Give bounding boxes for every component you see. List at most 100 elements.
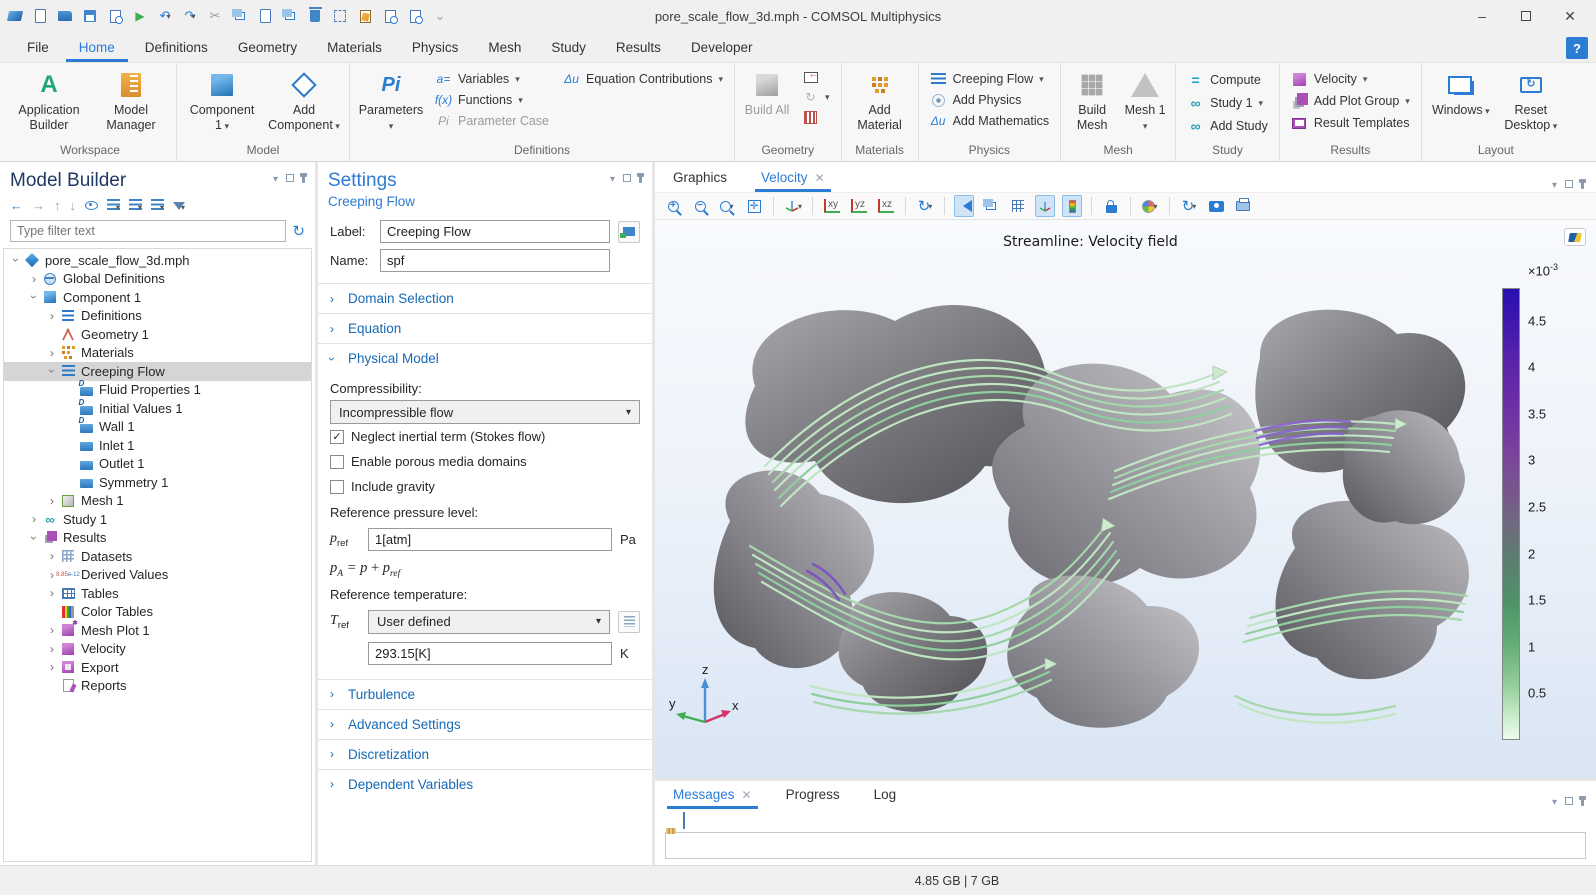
twistie-icon[interactable] — [44, 364, 60, 378]
view-yz-icon[interactable]: yz — [849, 195, 869, 217]
checkbox-icon[interactable] — [330, 455, 344, 469]
tree-item-geometry1[interactable]: Geometry 1 — [4, 325, 311, 344]
twistie-icon[interactable] — [26, 290, 42, 304]
pin-panel-icon[interactable] — [1581, 180, 1584, 192]
tab-definitions[interactable]: Definitions — [132, 35, 221, 62]
panel-menu-icon[interactable]: ▾ — [1552, 180, 1557, 192]
section-physical-model[interactable]: Physical Model — [318, 343, 652, 373]
twistie-icon[interactable] — [44, 346, 60, 360]
twistie-icon[interactable] — [44, 660, 60, 674]
tree-item-derived-values[interactable]: Derived Values — [4, 566, 311, 585]
run-icon[interactable]: ▶ — [129, 5, 151, 27]
find-icon[interactable] — [379, 5, 401, 27]
select-box-icon[interactable] — [329, 5, 351, 27]
filter-icon[interactable]: ▾ — [173, 198, 185, 213]
tab-mesh[interactable]: Mesh — [475, 35, 534, 62]
float-panel-icon[interactable] — [623, 174, 631, 186]
messages-output[interactable] — [665, 832, 1586, 859]
include-gravity-checkbox-row[interactable]: Include gravity — [330, 474, 640, 499]
variables-button[interactable]: a= Variables — [430, 70, 554, 88]
build-all-button[interactable]: Build All — [741, 67, 793, 121]
node-group-icon[interactable]: ▾ — [151, 198, 164, 213]
tab-messages[interactable]: Messages✕ — [667, 781, 758, 809]
tree-item-mesh1[interactable]: Mesh 1 — [4, 492, 311, 511]
rotate-icon[interactable]: ↻▾ — [915, 195, 935, 217]
grid-icon[interactable] — [1008, 195, 1028, 217]
twistie-icon[interactable] — [26, 531, 42, 545]
temperature-input[interactable] — [368, 642, 612, 665]
tab-home[interactable]: Home — [66, 35, 128, 62]
float-panel-icon[interactable] — [286, 174, 294, 186]
refresh-icon[interactable]: ↻ — [292, 222, 305, 240]
twistie-icon[interactable] — [26, 512, 42, 526]
maximize-button[interactable] — [1504, 1, 1548, 31]
velocity-plot-button[interactable]: Velocity — [1286, 70, 1415, 88]
mesh1-button[interactable]: Mesh 1 — [1121, 67, 1169, 136]
view-xy-icon[interactable]: xy — [822, 195, 842, 217]
tree-item-study1[interactable]: Study 1 — [4, 510, 311, 529]
move-down-icon[interactable]: ↓ — [70, 198, 77, 213]
zoom-out-icon[interactable]: − — [690, 195, 710, 217]
update-plot-icon[interactable]: ↻▾ — [1179, 195, 1199, 217]
pin-panel-icon[interactable] — [1581, 797, 1584, 809]
help-button[interactable]: ? — [1566, 37, 1588, 59]
twistie-icon[interactable] — [44, 586, 60, 600]
view-xz-icon[interactable]: xz — [876, 195, 896, 217]
move-up-icon[interactable]: ↑ — [54, 198, 61, 213]
study1-button[interactable]: ∞ Study 1 — [1182, 93, 1273, 113]
add-physics-button[interactable]: Add Physics — [925, 91, 1055, 109]
twistie-icon[interactable] — [44, 309, 60, 323]
compute-button[interactable]: = Compute — [1182, 70, 1273, 90]
float-panel-icon[interactable] — [1565, 797, 1573, 809]
section-dependent-variables[interactable]: Dependent Variables — [318, 769, 652, 799]
tab-file[interactable]: File — [14, 35, 62, 62]
tree-item-outlet1[interactable]: Outlet 1 — [4, 455, 311, 474]
filter-input[interactable] — [10, 220, 286, 242]
transparency-icon[interactable] — [981, 195, 1001, 217]
build-mesh-button[interactable]: Build Mesh — [1067, 67, 1117, 136]
redo-icon[interactable]: ↷▾ — [179, 5, 201, 27]
undo-icon[interactable]: ↶▾ — [154, 5, 176, 27]
tab-materials[interactable]: Materials — [314, 35, 395, 62]
minimize-button[interactable]: – — [1460, 1, 1504, 31]
tree-item-wall1[interactable]: Wall 1 — [4, 418, 311, 437]
tab-physics[interactable]: Physics — [399, 35, 472, 62]
tab-developer[interactable]: Developer — [678, 35, 766, 62]
color-theme-icon[interactable]: ▾ — [1140, 195, 1160, 217]
clear-messages-icon[interactable] — [665, 813, 673, 828]
comsol-logo-button[interactable] — [1564, 228, 1586, 246]
twistie-icon[interactable] — [26, 272, 42, 286]
customize-toolbar-icon[interactable]: ⌄ — [429, 5, 451, 27]
axis-orientation-icon[interactable] — [1035, 195, 1055, 217]
back-icon[interactable]: ← — [10, 198, 23, 213]
tree-item-velocity[interactable]: Velocity — [4, 640, 311, 659]
section-turbulence[interactable]: Turbulence — [318, 679, 652, 709]
print-icon[interactable] — [1233, 195, 1253, 217]
section-advanced-settings[interactable]: Advanced Settings — [318, 709, 652, 739]
expand-icon[interactable]: ▾ — [107, 198, 120, 213]
tab-velocity[interactable]: Velocity✕ — [755, 164, 831, 192]
section-domain-selection[interactable]: Domain Selection — [318, 283, 652, 313]
delete-icon[interactable] — [304, 5, 326, 27]
tree-item-root[interactable]: pore_scale_flow_3d.mph — [4, 251, 311, 270]
parameter-case-button[interactable]: Pi Parameter Case — [430, 112, 554, 130]
neglect-inertial-checkbox-row[interactable]: Neglect inertial term (Stokes flow) — [330, 424, 640, 449]
panel-menu-icon[interactable]: ▾ — [273, 174, 278, 186]
result-templates-button[interactable]: Result Templates — [1286, 114, 1415, 132]
tree-item-global-definitions[interactable]: Global Definitions — [4, 270, 311, 289]
open-file-icon[interactable] — [54, 5, 76, 27]
add-study-button[interactable]: ∞ Add Study — [1182, 116, 1273, 136]
partition-button[interactable] — [797, 109, 835, 126]
search-doc-icon[interactable] — [404, 5, 426, 27]
compressibility-select[interactable]: Incompressible flow — [330, 400, 640, 424]
twistie-icon[interactable] — [44, 623, 60, 637]
windows-button[interactable]: Windows — [1428, 67, 1494, 121]
twistie-icon[interactable] — [44, 494, 60, 508]
tree-item-fluid-properties[interactable]: Fluid Properties 1 — [4, 381, 311, 400]
twistie-icon[interactable] — [44, 642, 60, 656]
tree-item-tables[interactable]: Tables — [4, 584, 311, 603]
tab-log[interactable]: Log — [868, 781, 903, 809]
tree-item-inlet1[interactable]: Inlet 1 — [4, 436, 311, 455]
save-icon[interactable] — [79, 5, 101, 27]
tree-item-initial-values[interactable]: Initial Values 1 — [4, 399, 311, 418]
